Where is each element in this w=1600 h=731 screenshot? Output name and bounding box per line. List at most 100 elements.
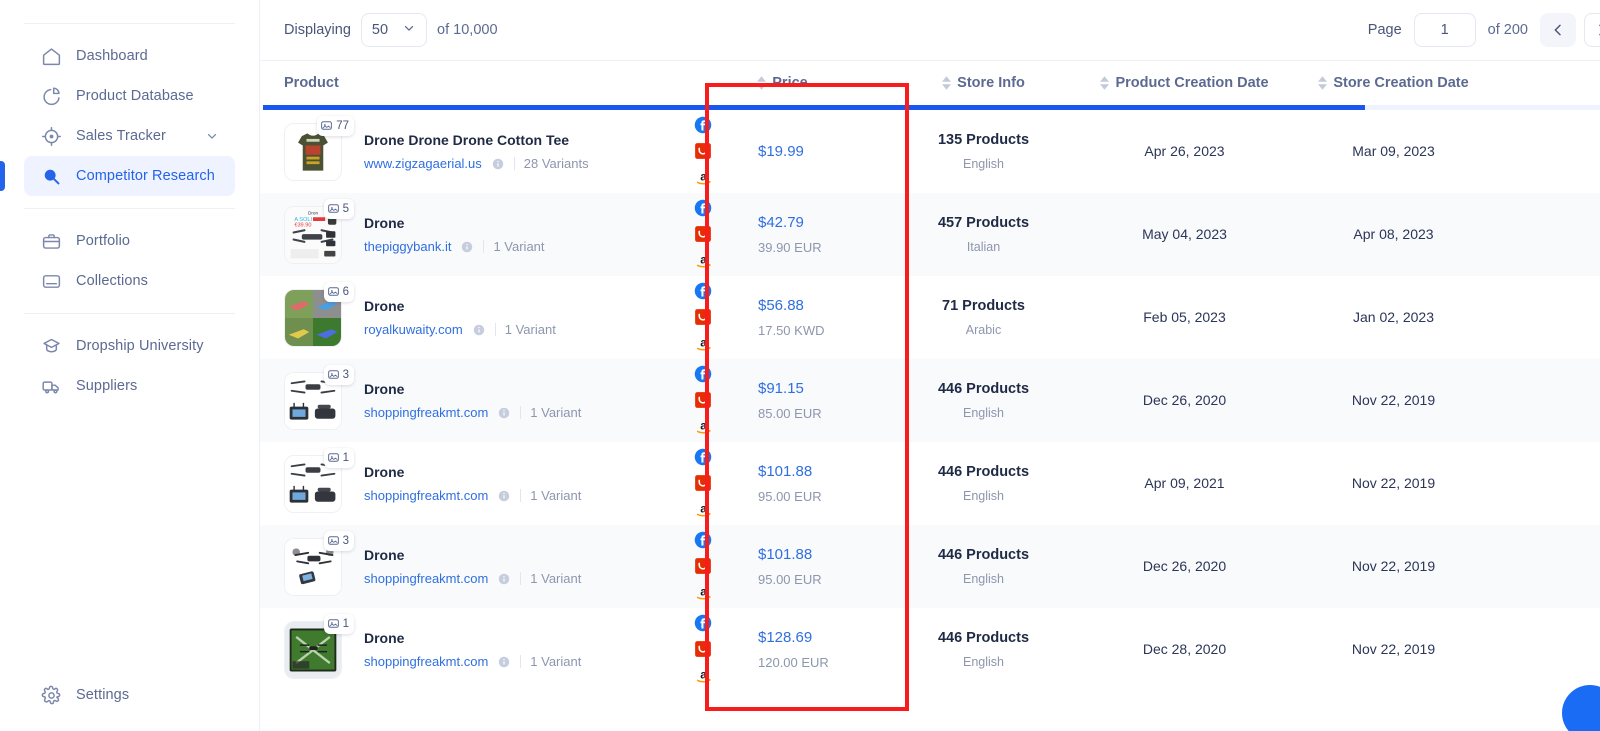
column-header-product-creation-date[interactable]: Product Creation Date: [1082, 75, 1287, 91]
facebook-icon[interactable]: [694, 614, 714, 632]
price-usd[interactable]: $19.99: [758, 143, 804, 160]
price-usd[interactable]: $42.79: [758, 214, 822, 231]
price-usd[interactable]: $56.88: [758, 297, 824, 314]
store-domain-link[interactable]: www.zigzagaerial.us: [364, 156, 482, 171]
store-language: English: [963, 572, 1004, 586]
facebook-icon[interactable]: [694, 116, 714, 134]
product-thumbnail-wrap[interactable]: 1: [284, 447, 354, 513]
aliexpress-icon[interactable]: [694, 557, 714, 575]
info-icon[interactable]: [460, 240, 474, 254]
product-creation-date-cell: Feb 05, 2023: [1082, 309, 1287, 327]
store-domain-link[interactable]: thepiggybank.it: [364, 239, 451, 254]
next-page-button[interactable]: [1584, 13, 1600, 47]
column-header-label: Product Creation Date: [1115, 75, 1269, 91]
price-usd[interactable]: $101.88: [758, 546, 822, 563]
sidebar: Dashboard Product Database Sales Tracker…: [0, 0, 260, 731]
product-creation-date: Dec 28, 2020: [1142, 640, 1227, 657]
facebook-icon[interactable]: [694, 199, 714, 217]
home-icon: [40, 45, 62, 67]
displaying-label: Displaying: [284, 22, 351, 38]
aliexpress-icon[interactable]: [694, 142, 714, 160]
sidebar-item-sales-tracker[interactable]: Sales Tracker: [24, 116, 235, 156]
store-domain-link[interactable]: shoppingfreakmt.com: [364, 488, 488, 503]
page-size-select[interactable]: 50: [360, 13, 428, 47]
price-values: $42.79 39.90 EUR: [758, 214, 822, 255]
store-domain-link[interactable]: shoppingfreakmt.com: [364, 654, 488, 669]
store-info-cell: 446 Products English: [885, 630, 1082, 669]
table-header-row: Product Price Store Info Product Creatio…: [260, 61, 1600, 105]
sidebar-item-portfolio[interactable]: Portfolio: [24, 221, 235, 261]
amazon-icon[interactable]: a: [694, 500, 714, 519]
product-thumbnail-wrap[interactable]: 6: [284, 281, 354, 347]
page-number-input[interactable]: [1413, 13, 1476, 47]
price-usd[interactable]: $128.69: [758, 629, 829, 646]
aliexpress-icon[interactable]: [694, 391, 714, 409]
table-row[interactable]: 6 Drone royalkuwaity.com 1 Variant a $56…: [260, 276, 1600, 359]
amazon-icon[interactable]: a: [694, 334, 714, 353]
info-icon[interactable]: [497, 406, 511, 420]
sidebar-item-label: Settings: [76, 687, 130, 703]
price-values: $101.88 95.00 EUR: [758, 546, 822, 587]
sidebar-item-dropship-university[interactable]: Dropship University: [24, 326, 235, 366]
column-header-price[interactable]: Price: [680, 75, 885, 91]
aliexpress-icon[interactable]: [694, 308, 714, 326]
price-usd[interactable]: $91.15: [758, 380, 822, 397]
info-icon[interactable]: [491, 157, 505, 171]
marketplace-icons: a: [694, 531, 714, 602]
chat-widget-button[interactable]: [1562, 685, 1600, 731]
table-row[interactable]: Dron A SOLI €39.90 5 Drone thepiggybank.…: [260, 193, 1600, 276]
chevron-down-icon[interactable]: [205, 129, 219, 143]
store-creation-date: Nov 22, 2019: [1351, 640, 1436, 657]
column-header-store-info[interactable]: Store Info: [885, 75, 1082, 91]
product-thumbnail-wrap[interactable]: Dron A SOLI €39.90 5: [284, 198, 354, 264]
product-subline: shoppingfreakmt.com 1 Variant: [364, 405, 581, 420]
product-thumbnail-wrap[interactable]: 77: [284, 115, 354, 181]
info-icon[interactable]: [472, 323, 486, 337]
store-product-count: 135 Products: [937, 132, 1030, 148]
image-count-badge: 1: [323, 613, 354, 634]
table-row[interactable]: 1 Drone shoppingfreakmt.com 1 Variant a: [260, 442, 1600, 525]
facebook-icon[interactable]: [694, 531, 714, 549]
table-row[interactable]: 1 Drone shoppingfreakmt.com 1 Variant a: [260, 608, 1600, 691]
sidebar-item-settings[interactable]: Settings: [24, 675, 235, 715]
aliexpress-icon[interactable]: [694, 474, 714, 492]
sidebar-item-product-database[interactable]: Product Database: [24, 76, 235, 116]
image-count-label: 77: [336, 119, 349, 132]
facebook-icon[interactable]: [694, 448, 714, 466]
table-row[interactable]: 3 Drone shoppingfreakmt.com 1 Variant a: [260, 359, 1600, 442]
sidebar-item-competitor-research[interactable]: Competitor Research: [0, 156, 235, 196]
price-cell: a $128.69 120.00 EUR: [680, 614, 885, 685]
aliexpress-icon[interactable]: [694, 640, 714, 658]
amazon-icon[interactable]: a: [694, 666, 714, 685]
sidebar-item-label: Sales Tracker: [76, 128, 166, 144]
store-domain-link[interactable]: shoppingfreakmt.com: [364, 571, 488, 586]
column-header-store-creation-date[interactable]: Store Creation Date: [1287, 75, 1500, 91]
sidebar-item-dashboard[interactable]: Dashboard: [24, 36, 235, 76]
previous-page-button[interactable]: [1540, 13, 1576, 47]
svg-text:a: a: [700, 584, 707, 598]
sidebar-item-collections[interactable]: Collections: [24, 261, 235, 301]
amazon-icon[interactable]: a: [694, 251, 714, 270]
aliexpress-icon[interactable]: [694, 225, 714, 243]
facebook-icon[interactable]: [694, 282, 714, 300]
marketplace-icons: a: [694, 199, 714, 270]
store-creation-date-cell: Nov 22, 2019: [1287, 392, 1500, 410]
info-icon[interactable]: [497, 572, 511, 586]
info-icon[interactable]: [497, 489, 511, 503]
store-domain-link[interactable]: royalkuwaity.com: [364, 322, 463, 337]
amazon-icon[interactable]: a: [694, 168, 714, 187]
table-row[interactable]: 77 Drone Drone Drone Cotton Tee www.zigz…: [260, 110, 1600, 193]
store-domain-link[interactable]: shoppingfreakmt.com: [364, 405, 488, 420]
table-row[interactable]: 3 Drone shoppingfreakmt.com 1 Variant a: [260, 525, 1600, 608]
facebook-icon[interactable]: [694, 365, 714, 383]
sidebar-item-suppliers[interactable]: Suppliers: [24, 366, 235, 406]
info-icon[interactable]: [497, 655, 511, 669]
product-thumbnail-wrap[interactable]: 3: [284, 364, 354, 430]
amazon-icon[interactable]: a: [694, 583, 714, 602]
svg-text:a: a: [700, 667, 707, 681]
amazon-icon[interactable]: a: [694, 417, 714, 436]
price-usd[interactable]: $101.88: [758, 463, 822, 480]
product-thumbnail-wrap[interactable]: 3: [284, 530, 354, 596]
sidebar-group-main: Dashboard Product Database Sales Tracker…: [0, 24, 259, 208]
product-thumbnail-wrap[interactable]: 1: [284, 613, 354, 679]
